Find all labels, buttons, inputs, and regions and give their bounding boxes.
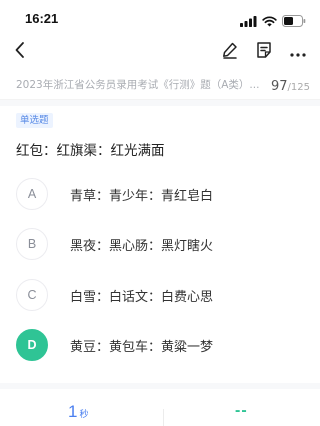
signal-icon (240, 12, 257, 31)
note-icon (255, 41, 273, 63)
bottom-bar: 1秒 -- (0, 389, 320, 426)
progress-current: 97 (270, 79, 288, 94)
option-d[interactable]: D 黄豆：黄包车：黄粱一梦 (16, 328, 306, 362)
option-letter: A (16, 178, 48, 210)
chevron-left-icon (14, 41, 26, 63)
battery-icon (282, 12, 306, 31)
bottom-bar-divider (163, 409, 164, 426)
exam-title: 2023年浙江省公务员录用考试《行测》题（A类）... (16, 79, 260, 91)
question-progress[interactable]: 97/125 (271, 75, 310, 94)
wifi-icon (262, 12, 277, 31)
status-time: 16:21 (25, 11, 59, 26)
option-text: 青草：青少年：青红皂白 (70, 188, 214, 204)
answer-result: -- (235, 402, 248, 419)
option-text: 黄豆：黄包车：黄粱一梦 (70, 339, 214, 355)
status-bar: 16:21 (0, 0, 320, 36)
more-button[interactable] (286, 40, 310, 64)
progress-total: /125 (287, 82, 310, 93)
nav-bar (0, 36, 320, 68)
answer-timer: 1秒 (68, 402, 88, 422)
nav-actions (218, 40, 310, 64)
section-divider (0, 100, 320, 106)
option-text: 黑夜：黑心肠：黑灯瞎火 (70, 238, 214, 254)
timer-value: 1 (68, 402, 78, 421)
edit-icon (221, 41, 239, 63)
option-text: 白雪：白话文：白费心思 (70, 289, 214, 305)
note-button[interactable] (252, 40, 276, 64)
question-type-tag: 单选题 (16, 113, 53, 128)
option-a[interactable]: A 青草：青少年：青红皂白 (16, 177, 306, 211)
option-letter: C (16, 279, 48, 311)
option-letter: B (16, 228, 48, 260)
edit-button[interactable] (218, 40, 242, 64)
back-button[interactable] (8, 40, 32, 64)
more-icon (289, 43, 307, 62)
option-c[interactable]: C 白雪：白话文：白费心思 (16, 278, 306, 312)
status-icons (240, 12, 306, 31)
option-b[interactable]: B 黑夜：黑心肠：黑灯瞎火 (16, 227, 306, 261)
exam-info-bar: 2023年浙江省公务员录用考试《行测》题（A类）... 97/125 (0, 68, 320, 100)
question-stem: 红包：红旗渠：红光满面 (16, 143, 165, 159)
option-letter: D (16, 329, 48, 361)
timer-unit: 秒 (79, 410, 89, 420)
